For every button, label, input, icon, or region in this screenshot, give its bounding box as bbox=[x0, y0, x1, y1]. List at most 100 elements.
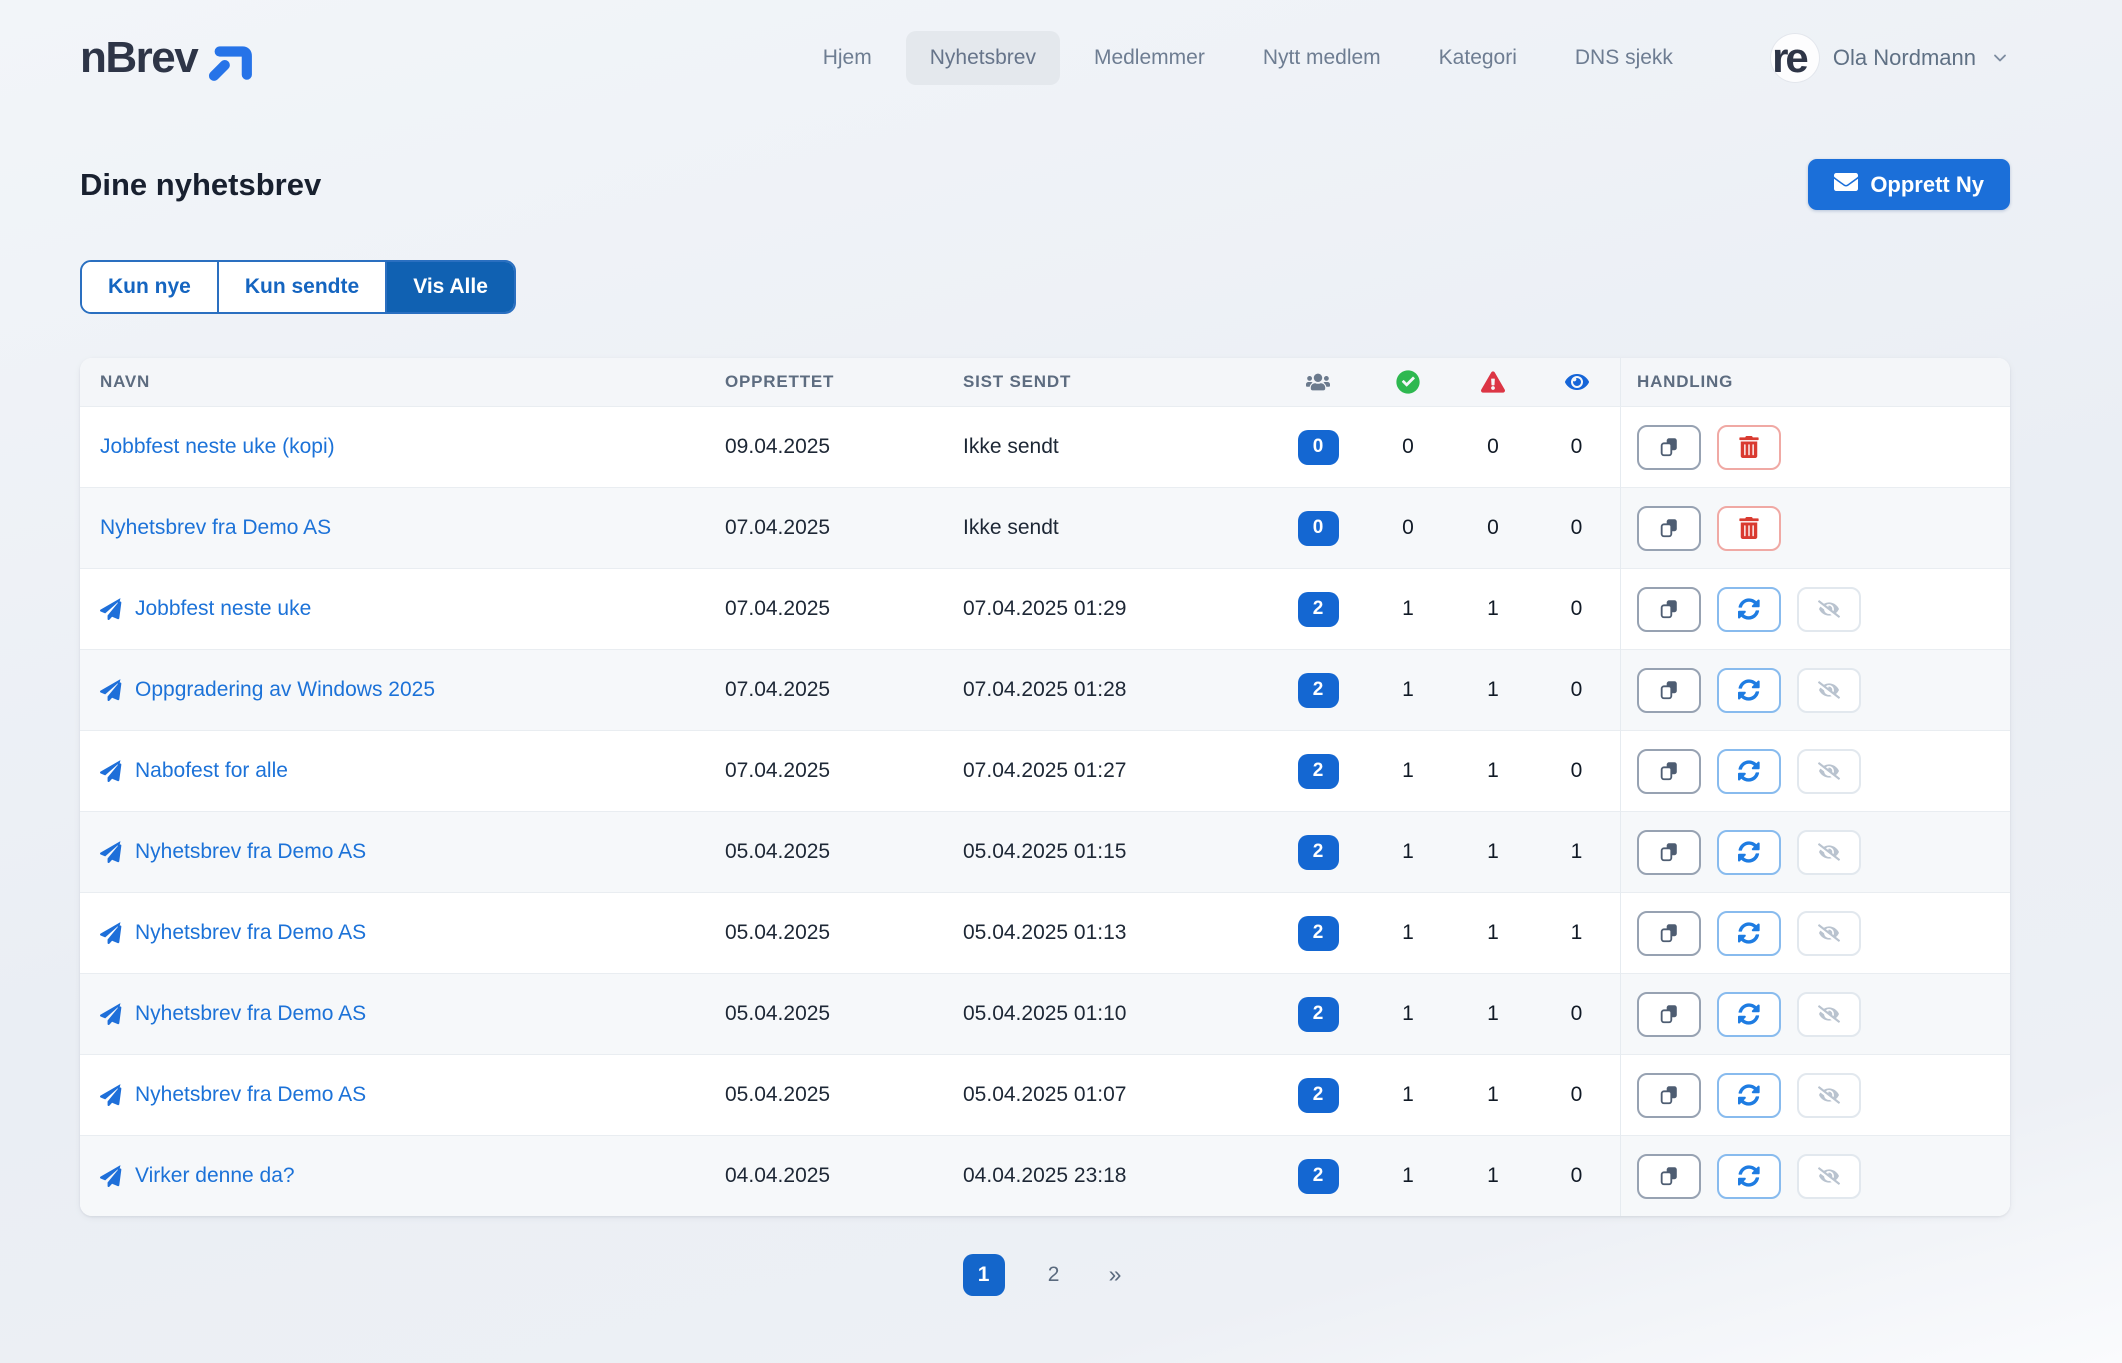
nav-item-medlemmer[interactable]: Medlemmer bbox=[1070, 31, 1229, 85]
recipients-cell: 2 bbox=[1298, 997, 1339, 1032]
filter-vis-alle[interactable]: Vis Alle bbox=[387, 262, 514, 312]
failed-count: 1 bbox=[1487, 597, 1499, 621]
filter-kun-sendte[interactable]: Kun sendte bbox=[219, 262, 387, 312]
last-sent-date: Ikke sendt bbox=[963, 516, 1273, 540]
table-row: Oppgradering av Windows 202507.04.202507… bbox=[80, 649, 2010, 730]
delete-button[interactable] bbox=[1717, 506, 1781, 551]
copy-button[interactable] bbox=[1637, 425, 1701, 470]
resend-button[interactable] bbox=[1717, 830, 1781, 875]
preview-disabled-button[interactable] bbox=[1797, 1154, 1861, 1199]
copy-button[interactable] bbox=[1637, 749, 1701, 794]
newsletter-link[interactable]: Nyhetsbrev fra Demo AS bbox=[135, 1002, 366, 1026]
sync-icon bbox=[1738, 1165, 1760, 1187]
resend-button[interactable] bbox=[1717, 1154, 1781, 1199]
handling-cell bbox=[1620, 974, 2010, 1055]
preview-disabled-button[interactable] bbox=[1797, 830, 1861, 875]
copy-icon bbox=[1658, 1003, 1680, 1025]
nav-item-dns-sjekk[interactable]: DNS sjekk bbox=[1551, 31, 1697, 85]
failed-count: 1 bbox=[1487, 1164, 1499, 1188]
newsletter-link[interactable]: Jobbfest neste uke (kopi) bbox=[100, 435, 335, 459]
opens-count: 0 bbox=[1571, 1002, 1583, 1026]
recipients-badge: 0 bbox=[1298, 430, 1339, 465]
next-page-button[interactable]: » bbox=[1103, 1260, 1128, 1289]
resend-button[interactable] bbox=[1717, 911, 1781, 956]
newsletter-link[interactable]: Jobbfest neste uke bbox=[135, 597, 311, 621]
delivered-count: 1 bbox=[1402, 1083, 1414, 1107]
handling-cell bbox=[1620, 731, 2010, 812]
copy-button[interactable] bbox=[1637, 1073, 1701, 1118]
failed-count: 1 bbox=[1487, 840, 1499, 864]
preview-disabled-button[interactable] bbox=[1797, 992, 1861, 1037]
preview-disabled-button[interactable] bbox=[1797, 911, 1861, 956]
eye-slash-icon bbox=[1818, 1084, 1840, 1106]
failed-count: 1 bbox=[1487, 759, 1499, 783]
copy-button[interactable] bbox=[1637, 668, 1701, 713]
filter-kun-nye[interactable]: Kun nye bbox=[82, 262, 219, 312]
page-button-1[interactable]: 1 bbox=[963, 1254, 1005, 1296]
resend-button[interactable] bbox=[1717, 1073, 1781, 1118]
copy-button[interactable] bbox=[1637, 911, 1701, 956]
newsletter-link[interactable]: Nyhetsbrev fra Demo AS bbox=[135, 840, 366, 864]
logo-arrow-icon bbox=[205, 33, 257, 83]
newsletter-name-cell: Nyhetsbrev fra Demo AS bbox=[80, 1083, 725, 1107]
top-nav: nBrev HjemNyhetsbrevMedlemmerNytt medlem… bbox=[80, 0, 2010, 112]
opens-count: 1 bbox=[1571, 921, 1583, 945]
copy-icon bbox=[1658, 1084, 1680, 1106]
resend-button[interactable] bbox=[1717, 587, 1781, 632]
opens-count: 0 bbox=[1571, 516, 1583, 540]
newsletter-link[interactable]: Nyhetsbrev fra Demo AS bbox=[135, 1083, 366, 1107]
delivered-count: 0 bbox=[1402, 435, 1414, 459]
newsletter-name-cell: Jobbfest neste uke bbox=[80, 597, 725, 621]
column-header-handling: HANDLING bbox=[1620, 358, 2010, 406]
table-row: Nyhetsbrev fra Demo AS05.04.202505.04.20… bbox=[80, 892, 2010, 973]
copy-button[interactable] bbox=[1637, 587, 1701, 632]
last-sent-date: 07.04.2025 01:28 bbox=[963, 678, 1273, 702]
resend-button[interactable] bbox=[1717, 992, 1781, 1037]
copy-button[interactable] bbox=[1637, 830, 1701, 875]
preview-disabled-button[interactable] bbox=[1797, 749, 1861, 794]
users-icon bbox=[1306, 370, 1330, 394]
eye-slash-icon bbox=[1818, 922, 1840, 944]
recipients-badge: 0 bbox=[1298, 511, 1339, 546]
create-newsletter-button[interactable]: Opprett Ny bbox=[1808, 159, 2010, 210]
nav-item-hjem[interactable]: Hjem bbox=[799, 31, 896, 85]
recipients-badge: 2 bbox=[1298, 592, 1339, 627]
copy-icon bbox=[1658, 436, 1680, 458]
nav-item-kategori[interactable]: Kategori bbox=[1415, 31, 1541, 85]
envelope-icon bbox=[1834, 170, 1858, 200]
sync-icon bbox=[1738, 598, 1760, 620]
column-header-sist-sendt: SIST SENDT bbox=[963, 372, 1273, 392]
preview-disabled-button[interactable] bbox=[1797, 668, 1861, 713]
column-header-navn: NAVN bbox=[80, 372, 725, 392]
opens-count: 0 bbox=[1571, 435, 1583, 459]
copy-icon bbox=[1658, 1165, 1680, 1187]
preview-disabled-button[interactable] bbox=[1797, 587, 1861, 632]
newsletter-link[interactable]: Nyhetsbrev fra Demo AS bbox=[135, 921, 366, 945]
copy-icon bbox=[1658, 517, 1680, 539]
newsletter-link[interactable]: Oppgradering av Windows 2025 bbox=[135, 678, 435, 702]
delete-button[interactable] bbox=[1717, 425, 1781, 470]
copy-button[interactable] bbox=[1637, 992, 1701, 1037]
newsletter-link[interactable]: Nyhetsbrev fra Demo AS bbox=[100, 516, 331, 540]
opens-count: 0 bbox=[1571, 597, 1583, 621]
recipients-badge: 2 bbox=[1298, 1078, 1339, 1113]
preview-disabled-button[interactable] bbox=[1797, 1073, 1861, 1118]
nav-item-nyhetsbrev[interactable]: Nyhetsbrev bbox=[906, 31, 1060, 85]
copy-button[interactable] bbox=[1637, 1154, 1701, 1199]
newsletter-link[interactable]: Virker denne da? bbox=[135, 1164, 295, 1188]
recipients-badge: 2 bbox=[1298, 754, 1339, 789]
newsletter-link[interactable]: Nabofest for alle bbox=[135, 759, 288, 783]
brand-name: nBrev bbox=[80, 33, 197, 83]
copy-button[interactable] bbox=[1637, 506, 1701, 551]
recipients-cell: 0 bbox=[1298, 511, 1339, 546]
handling-cell bbox=[1620, 1055, 2010, 1136]
brand-logo[interactable]: nBrev bbox=[80, 33, 257, 83]
create-newsletter-label: Opprett Ny bbox=[1870, 172, 1984, 198]
resend-button[interactable] bbox=[1717, 749, 1781, 794]
nav-item-nytt-medlem[interactable]: Nytt medlem bbox=[1239, 31, 1405, 85]
newsletter-name-cell: Nyhetsbrev fra Demo AS bbox=[80, 840, 725, 864]
user-menu[interactable]: re Ola Nordmann bbox=[1771, 34, 2010, 82]
resend-button[interactable] bbox=[1717, 668, 1781, 713]
handling-cell bbox=[1620, 893, 2010, 974]
page-button-2[interactable]: 2 bbox=[1033, 1254, 1075, 1296]
